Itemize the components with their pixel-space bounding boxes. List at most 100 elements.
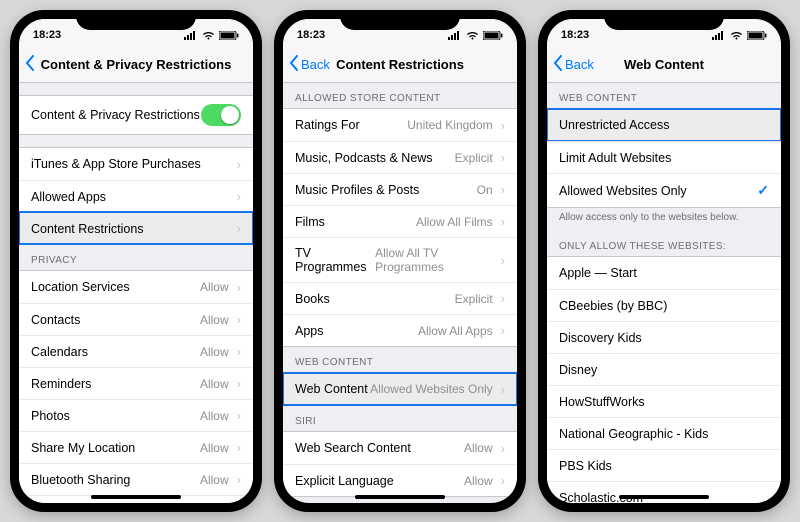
row-value: Explicit›: [455, 291, 505, 306]
chevron-right-icon: ›: [233, 221, 241, 236]
row-label: Ratings For: [295, 118, 360, 132]
back-button[interactable]: [25, 55, 35, 74]
row-label: Allowed Apps: [31, 190, 106, 204]
list-row[interactable]: Limit Adult Websites: [547, 141, 781, 173]
nav-bar: Back Content Restrictions: [283, 47, 517, 83]
row-label: Disney: [559, 363, 597, 377]
row-value: Allow›: [464, 441, 505, 456]
list-row[interactable]: FilmsAllow All Films›: [283, 205, 517, 237]
chevron-right-icon: ›: [497, 291, 505, 306]
battery-icon: [219, 31, 239, 40]
list-row[interactable]: CalendarsAllow›: [19, 335, 253, 367]
list-row[interactable]: PBS Kids: [547, 449, 781, 481]
status-icons: [448, 31, 503, 40]
screen-2: 18:23 Back Content Restrictions Allowed …: [283, 19, 517, 503]
list-row[interactable]: ContactsAllow›: [19, 303, 253, 335]
toggle-on-icon[interactable]: [201, 104, 241, 126]
home-indicator[interactable]: [619, 495, 709, 499]
row-label: Unrestricted Access: [559, 118, 669, 132]
list-row[interactable]: Scholastic.com: [547, 481, 781, 503]
list-row[interactable]: Music Profiles & PostsOn›: [283, 173, 517, 205]
row-allowed-apps[interactable]: Allowed Apps ›: [19, 180, 253, 212]
row-content-restrictions[interactable]: Content Restrictions ›: [19, 212, 253, 244]
content[interactable]: Web Content Unrestricted AccessLimit Adu…: [547, 83, 781, 503]
row-label: Allowed Websites Only: [559, 184, 687, 198]
list-row[interactable]: Explicit LanguageAllow›: [283, 464, 517, 496]
chevron-right-icon: ›: [233, 408, 241, 423]
list-row[interactable]: Allowed Websites Only ✓: [547, 173, 781, 207]
back-label: Back: [301, 57, 330, 72]
row-value: Allowed Websites Only›: [370, 382, 505, 397]
list-row[interactable]: Web Search Content Allow›: [283, 432, 517, 464]
chevron-right-icon: ›: [497, 118, 505, 133]
row-label: Discovery Kids: [559, 331, 642, 345]
list-row[interactable]: National Geographic - Kids: [547, 417, 781, 449]
list-row[interactable]: HowStuffWorks: [547, 385, 781, 417]
row-label: Bluetooth Sharing: [31, 473, 130, 487]
battery-icon: [747, 31, 767, 40]
list-row[interactable]: RemindersAllow›: [19, 367, 253, 399]
allowed-sites-header: Only Allow These Websites:: [547, 231, 781, 256]
row-label: Apps: [295, 324, 324, 338]
row-value: Allow›: [200, 312, 241, 327]
row-label: HowStuffWorks: [559, 395, 645, 409]
list-row[interactable]: Discovery Kids: [547, 321, 781, 353]
chevron-right-icon: ›: [233, 189, 241, 204]
row-itunes-app-store-purchases[interactable]: iTunes & App Store Purchases›: [19, 148, 253, 180]
wifi-icon: [202, 31, 215, 40]
list-row[interactable]: Music, Podcasts & NewsExplicit›: [283, 141, 517, 173]
chevron-right-icon: ›: [233, 312, 241, 327]
list-row[interactable]: PhotosAllow›: [19, 399, 253, 431]
phone-1: 18:23 Content & Privacy Restrictions Con…: [10, 10, 262, 512]
row-value: Allow›: [200, 472, 241, 487]
list-row[interactable]: Ratings ForUnited Kingdom›: [283, 109, 517, 141]
row-label: CBeebies (by BBC): [559, 299, 667, 313]
home-indicator[interactable]: [355, 495, 445, 499]
row-value: Allow All TV Programmes›: [375, 246, 505, 274]
chevron-right-icon: ›: [233, 280, 241, 295]
row-value: Allow›: [464, 473, 505, 488]
list-row[interactable]: Books Explicit›: [283, 282, 517, 314]
list-row[interactable]: Disney: [547, 353, 781, 385]
row-label: Content Restrictions: [31, 222, 144, 236]
back-label: Back: [565, 57, 594, 72]
content[interactable]: Content & Privacy Restrictions iTunes & …: [19, 83, 253, 503]
chevron-right-icon: ›: [497, 253, 505, 268]
list-row[interactable]: Unrestricted Access: [547, 109, 781, 141]
web-content-group: Web Content Allowed Websites Only›: [283, 372, 517, 406]
chevron-right-icon: ›: [497, 182, 505, 197]
signal-icon: [448, 31, 462, 40]
list-row[interactable]: AppsAllow All Apps›: [283, 314, 517, 346]
status-icons: [184, 31, 239, 40]
web-content-header: Web Content: [283, 347, 517, 372]
row-label: Books: [295, 292, 330, 306]
row-label: Limit Adult Websites: [559, 151, 671, 165]
row-value: ✓: [757, 182, 769, 199]
row-value: Allow›: [200, 376, 241, 391]
chevron-left-icon: [289, 55, 299, 74]
row-value: ›: [233, 157, 241, 172]
list-row[interactable]: TV ProgrammesAllow All TV Programmes›: [283, 237, 517, 282]
battery-icon: [483, 31, 503, 40]
chevron-left-icon: [25, 55, 35, 74]
phone-2: 18:23 Back Content Restrictions Allowed …: [274, 10, 526, 512]
back-button[interactable]: Back: [553, 55, 594, 74]
web-content-row[interactable]: Web Content Allowed Websites Only›: [283, 373, 517, 405]
home-indicator[interactable]: [91, 495, 181, 499]
list-row[interactable]: Location ServicesAllow›: [19, 271, 253, 303]
toggle-group: Content & Privacy Restrictions: [19, 95, 253, 135]
content[interactable]: Allowed Store Content Ratings ForUnited …: [283, 83, 517, 503]
row-label: Photos: [31, 409, 70, 423]
row-label: Music, Podcasts & News: [295, 151, 433, 165]
list-row[interactable]: CBeebies (by BBC): [547, 289, 781, 321]
row-label: Music Profiles & Posts: [295, 183, 419, 197]
back-button[interactable]: Back: [289, 55, 330, 74]
notch: [340, 10, 460, 30]
content-privacy-toggle-row[interactable]: Content & Privacy Restrictions: [19, 96, 253, 134]
list-row[interactable]: Apple — Start: [547, 257, 781, 289]
list-row[interactable]: Share My LocationAllow›: [19, 431, 253, 463]
signal-icon: [712, 31, 726, 40]
row-label: PBS Kids: [559, 459, 612, 473]
list-row[interactable]: Bluetooth Sharing Allow›: [19, 463, 253, 495]
row-label: Web Search Content: [295, 441, 411, 455]
